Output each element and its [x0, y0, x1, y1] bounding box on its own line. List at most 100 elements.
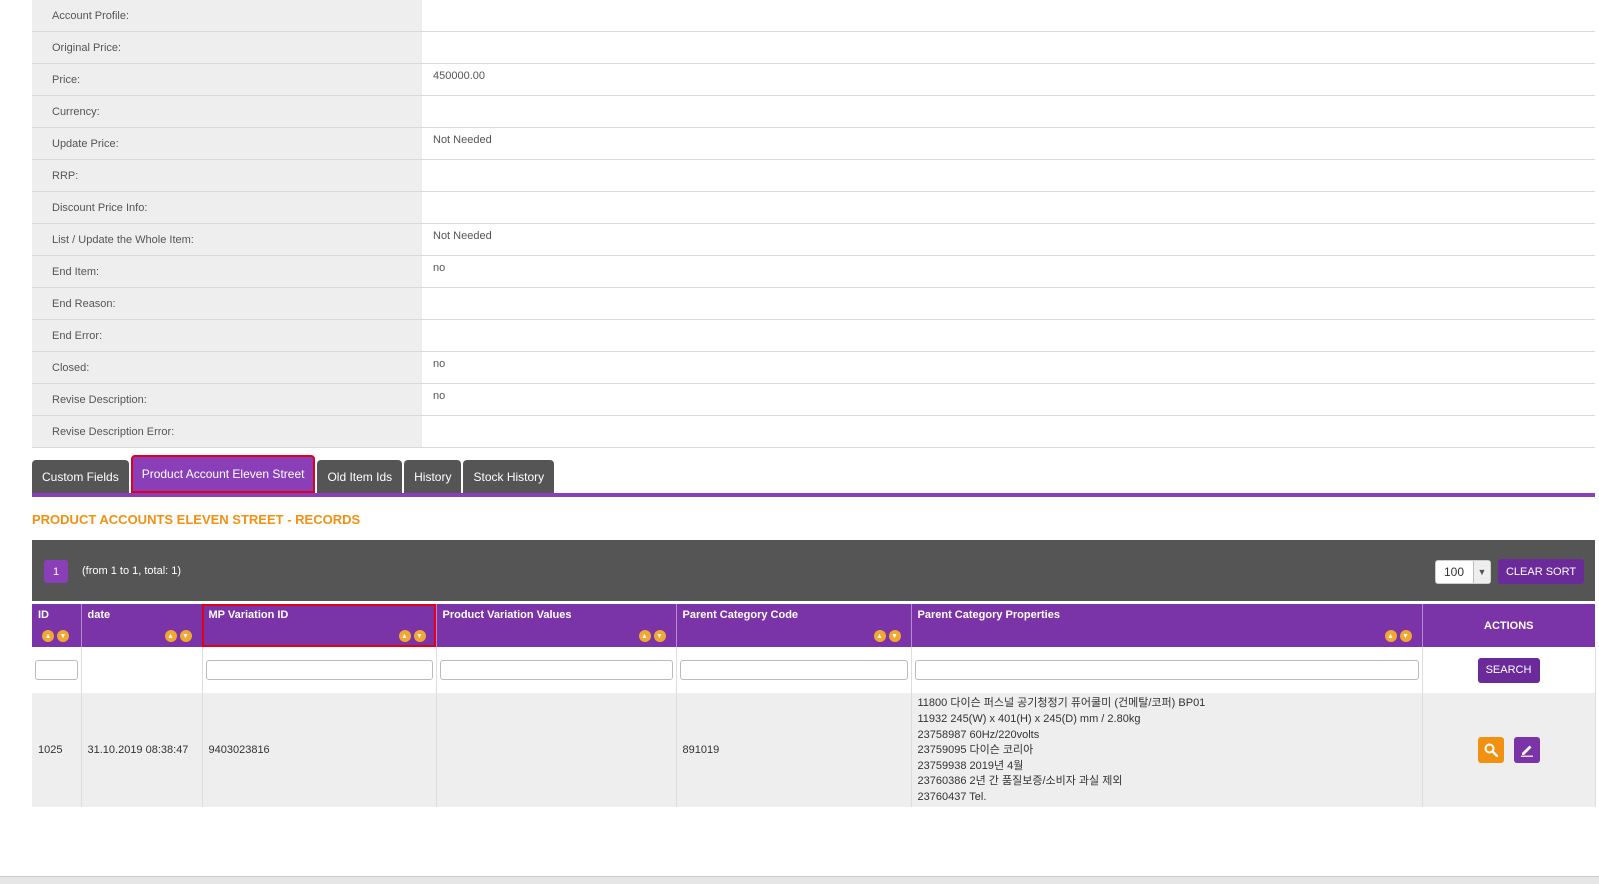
tab-old-item-ids[interactable]: Old Item Ids [317, 460, 403, 493]
sort-up-icon[interactable]: ▲ [164, 630, 177, 642]
filter-cell [911, 647, 1423, 693]
detail-row: End Error: [32, 320, 1595, 352]
page-button[interactable]: 1 [44, 560, 68, 583]
filter-id-input[interactable] [35, 660, 78, 680]
detail-value [423, 160, 1595, 191]
detail-value [423, 288, 1595, 319]
column-label: date [87, 609, 111, 621]
detail-label: Discount Price Info: [32, 192, 423, 223]
filter-cell [436, 647, 677, 693]
detail-value [423, 96, 1595, 127]
detail-label: End Error: [32, 320, 423, 351]
property-line: 23758987 60Hz/220volts [917, 728, 1040, 741]
sort-up-icon[interactable]: ▲ [873, 630, 886, 642]
filter-product-variation-values-input[interactable] [439, 660, 673, 680]
tab-strip: Custom Fields Product Account Eleven Str… [32, 455, 555, 493]
property-line: 11932 245(W) x 401(H) x 245(D) mm / 2.80… [917, 713, 1141, 726]
column-header-parent-category-properties[interactable]: Parent Category Properties ▲ ▼ [911, 604, 1423, 647]
detail-row: End Item: no [32, 256, 1595, 288]
magnifier-icon [1484, 743, 1498, 757]
detail-label: List / Update the Whole Item: [32, 224, 423, 255]
horizontal-scrollbar[interactable] [0, 876, 1599, 884]
property-line: 11800 다이슨 퍼스널 공기청정기 퓨어쿨미 (건메탈/코퍼) BP01 [917, 697, 1206, 710]
sort-controls: ▲ ▼ [164, 630, 192, 642]
detail-value [423, 192, 1595, 223]
column-header-id[interactable]: ID ▲ ▼ [32, 604, 82, 647]
pagination-info: (from 1 to 1, total: 1) [82, 565, 182, 577]
detail-row: Price: 450000.00 [32, 64, 1595, 96]
filter-cell: SEARCH [1422, 647, 1596, 693]
cell-id: 1025 [32, 693, 82, 807]
header-row: ID ▲ ▼ date ▲ ▼ MP Variation ID ▲ ▼ Product… [32, 604, 1595, 647]
clear-sort-button[interactable]: CLEAR SORT [1498, 559, 1584, 584]
cell-product-variation-values [436, 693, 677, 807]
sort-down-icon[interactable]: ▼ [1399, 630, 1412, 642]
filter-parent-category-properties-input[interactable] [914, 660, 1419, 680]
edit-button[interactable] [1513, 737, 1540, 763]
view-button[interactable] [1477, 737, 1504, 763]
sort-down-icon[interactable]: ▼ [653, 630, 666, 642]
column-label: Parent Category Code [682, 609, 799, 621]
detail-value [423, 0, 1595, 31]
detail-row: Revise Description: no [32, 384, 1595, 416]
detail-row: Update Price: Not Needed [32, 128, 1595, 160]
property-line: 23760386 2년 간 품질보증/소비자 과실 제외 [917, 775, 1123, 788]
tab-underline [32, 493, 1595, 497]
sort-controls: ▲ ▼ [638, 630, 666, 642]
detail-label: Revise Description Error: [32, 416, 423, 447]
detail-value: Not Needed [423, 224, 1595, 255]
chevron-down-icon[interactable]: ▼ [1473, 561, 1490, 583]
property-line: 23759095 다이슨 코리아 [917, 744, 1034, 757]
section-title: PRODUCT ACCOUNTS ELEVEN STREET - RECORDS [32, 512, 361, 527]
cell-mp-variation-id: 9403023816 [202, 693, 437, 807]
sort-down-icon[interactable]: ▼ [57, 630, 69, 642]
detail-row: Account Profile: [32, 0, 1595, 32]
detail-label: Closed: [32, 352, 423, 383]
detail-row: Revise Description Error: [32, 416, 1595, 448]
detail-label: Revise Description: [32, 384, 423, 415]
detail-row: Closed: no [32, 352, 1595, 384]
page-size-select[interactable]: 100 ▼ [1435, 560, 1491, 584]
tab-custom-fields[interactable]: Custom Fields [32, 460, 129, 493]
sort-down-icon[interactable]: ▼ [179, 630, 192, 642]
filter-cell [676, 647, 912, 693]
column-header-mp-variation-id[interactable]: MP Variation ID ▲ ▼ [202, 604, 437, 647]
detail-label: Original Price: [32, 32, 423, 63]
sort-up-icon[interactable]: ▲ [1384, 630, 1397, 642]
detail-value: no [423, 352, 1595, 383]
column-header-parent-category-code[interactable]: Parent Category Code ▲ ▼ [676, 604, 912, 647]
search-button[interactable]: SEARCH [1477, 657, 1540, 683]
detail-value: no [423, 384, 1595, 415]
sort-controls: ▲ ▼ [1384, 630, 1412, 642]
sort-down-icon[interactable]: ▼ [413, 630, 426, 642]
tab-history[interactable]: History [404, 460, 462, 493]
detail-label: Currency: [32, 96, 423, 127]
sort-down-icon[interactable]: ▼ [888, 630, 901, 642]
sort-up-icon[interactable]: ▲ [398, 630, 411, 642]
detail-value: no [423, 256, 1595, 287]
column-header-date[interactable]: date ▲ ▼ [81, 604, 203, 647]
column-header-product-variation-values[interactable]: Product Variation Values ▲ ▼ [436, 604, 677, 647]
filter-mp-variation-id-input[interactable] [205, 660, 433, 680]
detail-value: 450000.00 [423, 64, 1595, 95]
sort-up-icon[interactable]: ▲ [638, 630, 651, 642]
detail-row: Original Price: [32, 32, 1595, 64]
tab-product-account-eleven-street[interactable]: Product Account Eleven Street [130, 455, 316, 493]
sort-controls: ▲ ▼ [398, 630, 426, 642]
detail-label: Account Profile: [32, 0, 423, 31]
detail-value [423, 320, 1595, 351]
detail-label: End Reason: [32, 288, 423, 319]
detail-row: End Reason: [32, 288, 1595, 320]
tab-stock-history[interactable]: Stock History [463, 460, 555, 493]
sort-controls: ▲ ▼ [873, 630, 901, 642]
filter-parent-category-code-input[interactable] [679, 660, 908, 680]
sort-controls: ▲ ▼ [42, 630, 69, 642]
detail-value [423, 32, 1595, 63]
sort-up-icon[interactable]: ▲ [42, 630, 54, 642]
detail-row: List / Update the Whole Item: Not Needed [32, 224, 1595, 256]
detail-label: End Item: [32, 256, 423, 287]
records-table: ID ▲ ▼ date ▲ ▼ MP Variation ID ▲ ▼ Product… [32, 604, 1596, 807]
detail-label: RRP: [32, 160, 423, 191]
column-label: ID [38, 609, 49, 621]
cell-actions [1422, 693, 1596, 807]
